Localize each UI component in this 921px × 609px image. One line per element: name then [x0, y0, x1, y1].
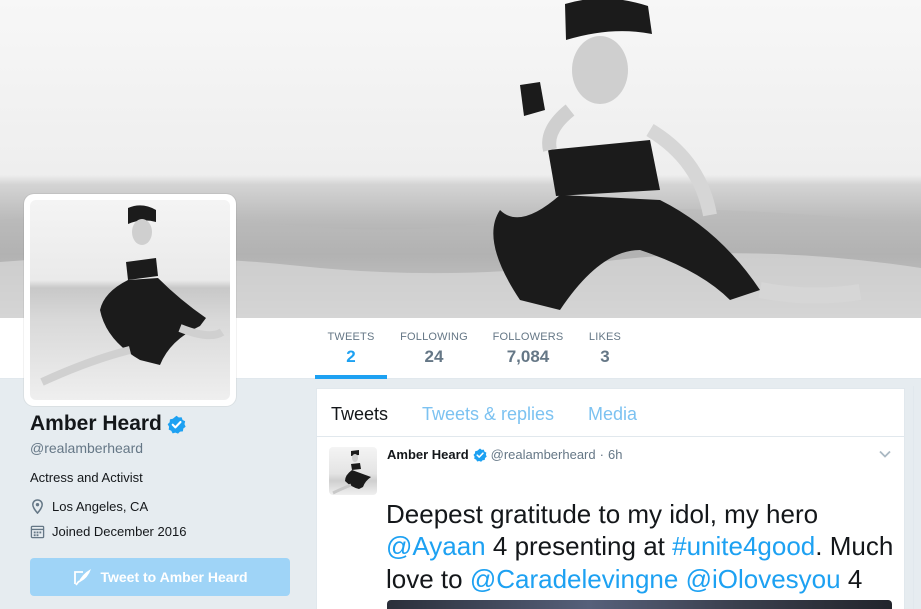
stat-tweets[interactable]: TWEETS 2: [315, 318, 387, 379]
profile-card: Amber Heard @realamberheard Actress and …: [30, 412, 292, 539]
avatar-photo: [30, 200, 230, 400]
tab-tweets[interactable]: Tweets: [331, 404, 388, 425]
stat-likes-label: LIKES: [588, 331, 622, 343]
tweet-author-name[interactable]: Amber Heard: [387, 447, 469, 462]
tweet-to-label: Tweet to Amber Heard: [100, 569, 248, 585]
profile-joined-text: Joined December 2016: [52, 524, 187, 539]
tweet-text-segment: Deepest gratitude to my idol, my hero: [386, 498, 819, 529]
tab-tweets-and-replies[interactable]: Tweets & replies: [422, 404, 554, 425]
tweet-mention-iolovesyou[interactable]: @iOlovesyou: [686, 564, 841, 594]
profile-location-text: Los Angeles, CA: [52, 499, 149, 514]
tweet-media-preview[interactable]: [387, 600, 892, 609]
tweet-to-button[interactable]: Tweet to Amber Heard: [30, 558, 290, 596]
profile-name-row: Amber Heard: [30, 412, 292, 436]
stat-tweets-label: TWEETS: [327, 331, 375, 343]
stat-followers-value: 7,084: [506, 347, 550, 366]
timeline-card: Tweets Tweets & replies Media Amber Hear…: [316, 388, 905, 609]
stat-following[interactable]: FOLLOWING 24: [398, 318, 470, 378]
tweet-text: Deepest gratitude to my idol, my hero @A…: [386, 465, 896, 609]
tweet-avatar-illustration: [332, 450, 371, 495]
location-pin-icon: [32, 499, 43, 514]
stat-tweets-value: 2: [346, 347, 356, 366]
tab-media[interactable]: Media: [588, 404, 637, 425]
tweet-text-segment: [678, 564, 685, 594]
profile-location: Los Angeles, CA: [30, 499, 292, 514]
tweet-header: Amber Heard @realamberheard · 6h: [387, 447, 622, 462]
tweet-item[interactable]: Amber Heard @realamberheard · 6h Deepest…: [317, 437, 904, 609]
quill-compose-icon: [74, 569, 92, 586]
timeline-tabs: Tweets Tweets & replies Media: [317, 389, 904, 437]
calendar-icon: [30, 525, 45, 539]
profile-bio: Actress and Activist: [30, 470, 143, 485]
stat-likes-value: 3: [600, 347, 610, 366]
profile-name[interactable]: Amber Heard: [30, 412, 162, 436]
tweet-text-segment: 4 presenting at: [485, 531, 673, 561]
stat-following-value: 24: [424, 347, 444, 366]
verified-badge-icon: [473, 448, 487, 462]
tweet-author-handle[interactable]: @realamberheard: [491, 447, 596, 462]
stat-followers[interactable]: FOLLOWERS 7,084: [490, 318, 566, 378]
chevron-down-icon[interactable]: [878, 447, 892, 461]
tweet-timestamp[interactable]: 6h: [608, 447, 622, 462]
profile-handle[interactable]: @realamberheard: [30, 440, 292, 456]
stat-likes[interactable]: LIKES 3: [580, 318, 630, 378]
tweet-hashtag-unite4good[interactable]: #unite4good: [672, 531, 815, 561]
avatar-figure-illustration: [40, 205, 225, 386]
tweet-avatar[interactable]: [329, 447, 377, 495]
tweet-mention-ayaan[interactable]: @Ayaan: [386, 531, 486, 561]
stat-following-label: FOLLOWING: [400, 331, 468, 343]
profile-joined: Joined December 2016: [30, 524, 292, 539]
tweet-separator-dot: ·: [599, 447, 604, 462]
profile-avatar[interactable]: [24, 194, 236, 406]
tweet-mention-caradelevingne[interactable]: @Caradelevingne: [470, 564, 679, 594]
stat-followers-label: FOLLOWERS: [492, 331, 564, 343]
verified-badge-icon: [167, 415, 186, 434]
right-column-edge: [913, 386, 921, 609]
